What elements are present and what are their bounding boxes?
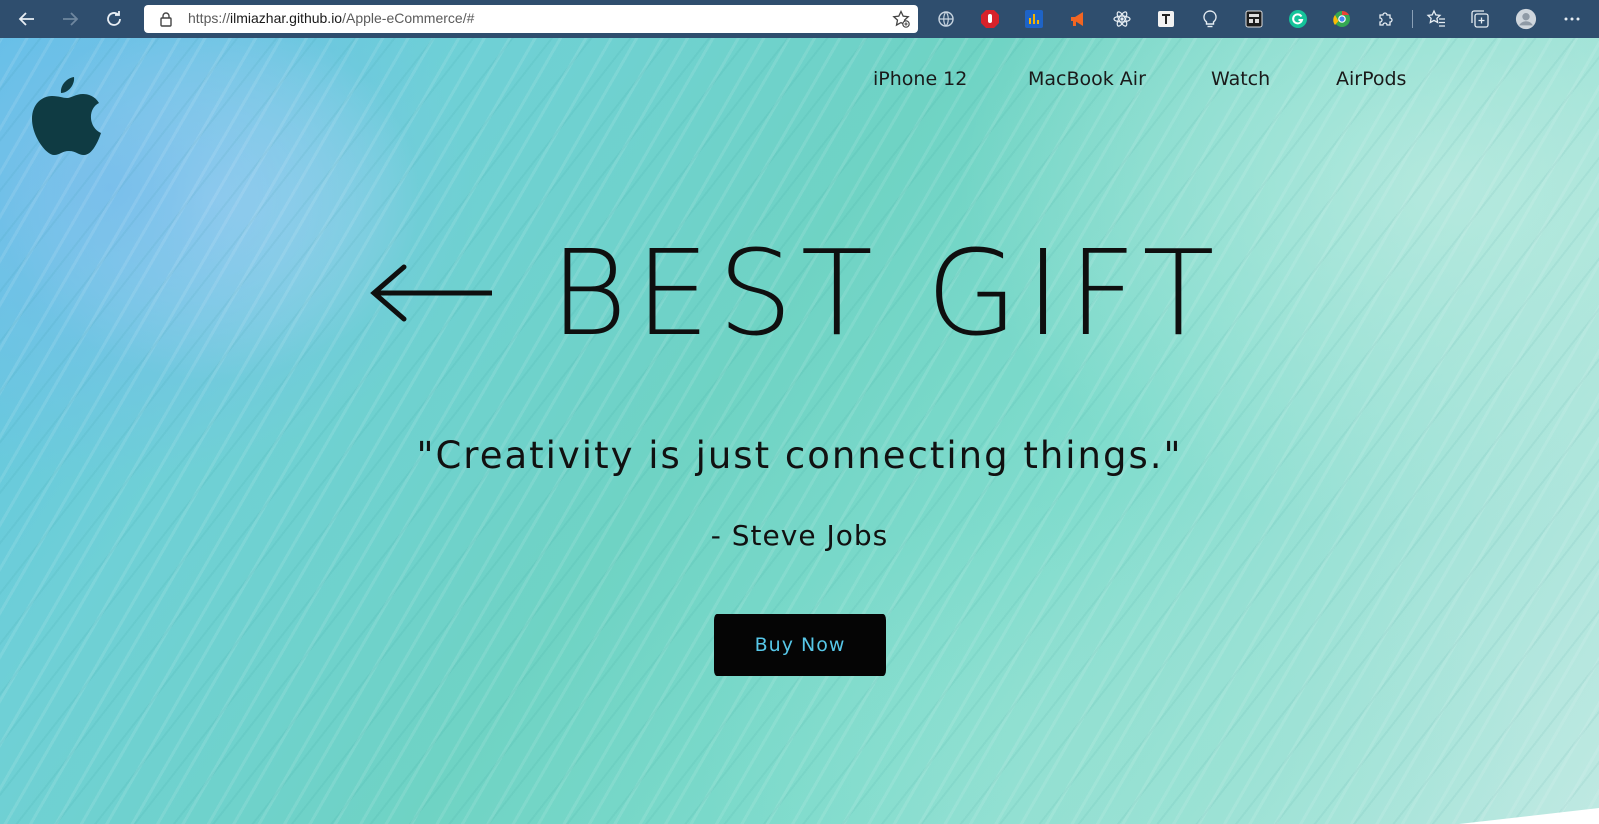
- left-arrow-icon: [370, 264, 492, 322]
- megaphone-icon[interactable]: [1067, 8, 1089, 30]
- puzzle-icon[interactable]: [1375, 8, 1397, 30]
- quote-author: - Steve Jobs: [710, 519, 889, 552]
- hero-section: iPhone 12 MacBook Air Watch AirPods BEST…: [0, 38, 1599, 824]
- nav-link-airpods[interactable]: AirPods: [1336, 68, 1406, 90]
- toolbar-divider: [1412, 10, 1413, 28]
- bulb-icon[interactable]: [1199, 8, 1221, 30]
- hero-title: BEST GIFT: [370, 233, 1222, 353]
- nav-link-iphone-12[interactable]: iPhone 12: [873, 68, 967, 90]
- hero-quote: "Creativity is just connecting things.": [416, 434, 1183, 477]
- globe-icon[interactable]: [935, 8, 957, 30]
- collections-icon[interactable]: [1469, 8, 1491, 30]
- add-favorite-icon[interactable]: [892, 9, 910, 28]
- chrome-ext-icon[interactable]: [1331, 8, 1353, 30]
- text-icon[interactable]: [1155, 8, 1177, 30]
- nav-link-watch[interactable]: Watch: [1211, 68, 1270, 90]
- main-nav: iPhone 12 MacBook Air Watch AirPods: [0, 68, 1599, 94]
- react-icon[interactable]: [1111, 8, 1133, 30]
- url-text[interactable]: https://ilmiazhar.github.io/Apple-eComme…: [188, 10, 474, 26]
- profile-icon[interactable]: [1515, 8, 1537, 30]
- forward-icon[interactable]: [56, 5, 84, 33]
- refresh-icon[interactable]: [100, 5, 128, 33]
- background-texture: [0, 38, 1599, 824]
- lock-icon[interactable]: [158, 11, 174, 27]
- grammarly-icon[interactable]: [1287, 8, 1309, 30]
- more-icon[interactable]: [1561, 8, 1583, 30]
- buy-now-button[interactable]: Buy Now: [714, 614, 886, 676]
- nav-link-macbook-air[interactable]: MacBook Air: [1028, 68, 1146, 90]
- analytics-icon[interactable]: [1023, 8, 1045, 30]
- favorites-icon[interactable]: [1425, 8, 1447, 30]
- adblock-icon[interactable]: [979, 8, 1001, 30]
- back-icon[interactable]: [13, 5, 41, 33]
- calculator-icon[interactable]: [1243, 8, 1265, 30]
- page-corner: [1459, 808, 1599, 824]
- browser-toolbar: https://ilmiazhar.github.io/Apple-eComme…: [0, 0, 1599, 38]
- address-bar[interactable]: https://ilmiazhar.github.io/Apple-eComme…: [144, 5, 918, 33]
- hero-heading: BEST GIFT: [550, 224, 1223, 362]
